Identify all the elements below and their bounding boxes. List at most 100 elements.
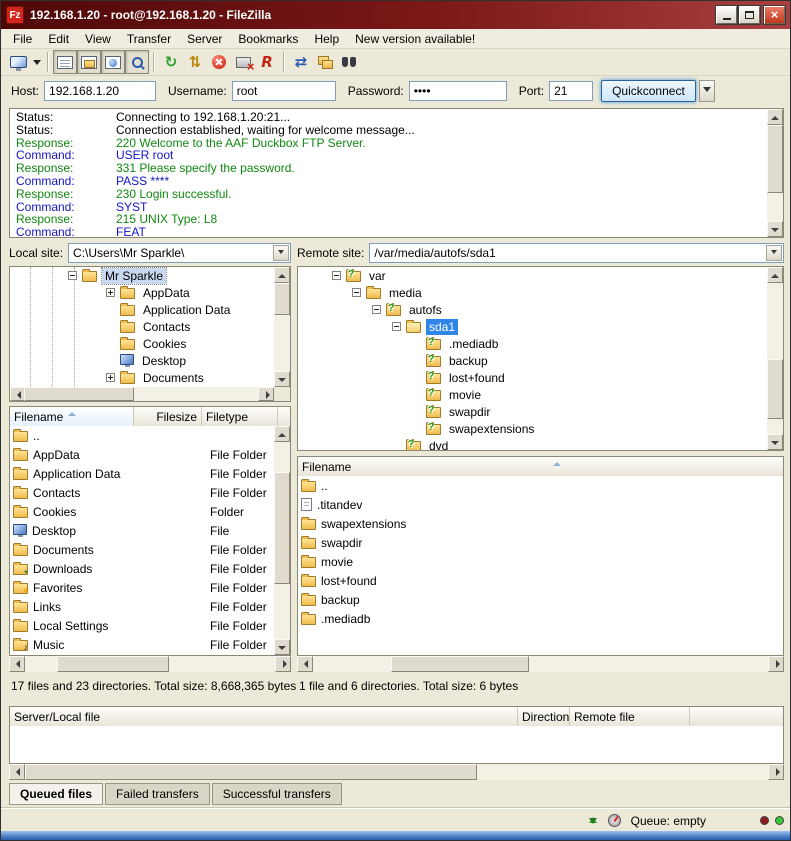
local-tree-vscrollbar[interactable] (274, 267, 290, 387)
local-site-dropdown-button[interactable] (273, 245, 289, 261)
file-row[interactable]: movie (298, 552, 783, 571)
file-row[interactable]: Local SettingsFile Folder (10, 616, 290, 635)
file-row[interactable]: LinksFile Folder (10, 597, 290, 616)
file-row[interactable]: backup (298, 590, 783, 609)
column-header-filename[interactable]: Filename (10, 407, 134, 426)
expand-icon[interactable] (106, 373, 115, 382)
tab-failed-transfers[interactable]: Failed transfers (105, 783, 210, 805)
transfer-queue-list[interactable] (9, 726, 784, 764)
scroll-down-button[interactable] (767, 434, 783, 450)
scroll-right-button[interactable] (275, 656, 291, 672)
file-row[interactable]: AppDataFile Folder (10, 445, 290, 464)
file-row-parent[interactable]: .. (10, 426, 290, 445)
scroll-right-button[interactable] (258, 387, 274, 401)
username-input[interactable] (232, 81, 336, 101)
file-row-parent[interactable]: .. (298, 476, 783, 495)
file-row[interactable]: MusicFile Folder (10, 635, 290, 654)
menu-help[interactable]: Help (306, 30, 347, 48)
scroll-thumb[interactable] (57, 656, 169, 672)
collapse-icon[interactable] (372, 305, 381, 314)
scroll-thumb[interactable] (24, 387, 134, 401)
scroll-left-button[interactable] (9, 656, 25, 672)
refresh-button[interactable] (159, 50, 183, 74)
speed-limit-icon[interactable] (608, 814, 621, 827)
local-list-hscrollbar[interactable] (9, 656, 291, 672)
file-row[interactable]: .mediadb (298, 609, 783, 628)
column-header-filetype[interactable]: Filetype (202, 407, 278, 426)
scroll-thumb[interactable] (25, 764, 477, 780)
scroll-right-button[interactable] (768, 656, 784, 672)
collapse-icon[interactable] (332, 271, 341, 280)
scroll-thumb[interactable] (767, 125, 783, 193)
collapse-icon[interactable] (68, 271, 77, 280)
queue-hscrollbar[interactable] (9, 764, 784, 780)
directory-comparison-button[interactable] (289, 50, 313, 74)
file-row[interactable]: FavoritesFile Folder (10, 578, 290, 597)
tree-item-swapdir[interactable]: swapdir (298, 403, 783, 420)
menu-bookmarks[interactable]: Bookmarks (230, 30, 306, 48)
maximize-button[interactable] (739, 6, 760, 24)
file-row[interactable]: ContactsFile Folder (10, 483, 290, 502)
scroll-right-button[interactable] (768, 764, 784, 780)
process-queue-button[interactable] (183, 50, 207, 74)
scroll-down-button[interactable] (274, 639, 290, 655)
file-row[interactable]: Application DataFile Folder (10, 464, 290, 483)
tree-item-sda1[interactable]: sda1 (298, 318, 783, 335)
file-row[interactable]: DownloadsFile Folder (10, 559, 290, 578)
file-row[interactable]: lost+found (298, 571, 783, 590)
synchronized-browsing-button[interactable] (313, 50, 337, 74)
scroll-down-button[interactable] (274, 371, 290, 387)
tree-item-var[interactable]: var (298, 267, 783, 284)
column-header-server-local-file[interactable]: Server/Local file (10, 707, 518, 726)
collapse-icon[interactable] (352, 288, 361, 297)
local-site-combo[interactable]: C:\Users\Mr Sparkle\ (68, 243, 291, 263)
title-bar[interactable]: Fz 192.168.1.20 - root@192.168.1.20 - Fi… (1, 1, 790, 29)
close-button[interactable] (764, 6, 785, 24)
log-scrollbar[interactable] (767, 109, 783, 237)
site-manager-dropdown-button[interactable] (30, 50, 43, 74)
collapse-icon[interactable] (392, 322, 401, 331)
column-header-filename[interactable]: Filename (298, 457, 784, 476)
tab-successful-transfers[interactable]: Successful transfers (212, 783, 342, 805)
tree-item-movie[interactable]: movie (298, 386, 783, 403)
port-input[interactable] (549, 81, 593, 101)
quickconnect-button[interactable]: Quickconnect (601, 80, 696, 102)
transfer-arrows-icon[interactable] (586, 813, 600, 828)
scroll-down-button[interactable] (767, 221, 783, 237)
host-input[interactable] (44, 81, 156, 101)
remote-site-dropdown-button[interactable] (766, 245, 782, 261)
file-row[interactable]: .titandev (298, 495, 783, 514)
column-header-direction[interactable]: Direction (518, 707, 570, 726)
column-header-filesize[interactable]: Filesize (134, 407, 202, 426)
scroll-up-button[interactable] (767, 109, 783, 125)
remote-tree-vscrollbar[interactable] (767, 267, 783, 450)
toggle-remote-tree-button[interactable] (101, 50, 125, 74)
tab-queued-files[interactable]: Queued files (9, 783, 103, 805)
scroll-left-button[interactable] (9, 764, 25, 780)
quickconnect-dropdown-button[interactable] (699, 80, 715, 102)
tree-item-mediadb[interactable]: .mediadb (298, 335, 783, 352)
tree-item-swapextensions[interactable]: swapextensions (298, 420, 783, 437)
scroll-up-button[interactable] (767, 267, 783, 283)
local-tree-hscrollbar[interactable] (10, 387, 274, 401)
scroll-left-button[interactable] (297, 656, 313, 672)
tree-item-media[interactable]: media (298, 284, 783, 301)
scroll-up-button[interactable] (274, 426, 290, 442)
tree-item-dvd[interactable]: dvd (298, 437, 783, 451)
menu-transfer[interactable]: Transfer (119, 30, 179, 48)
reconnect-button[interactable] (255, 50, 279, 74)
toggle-local-tree-button[interactable] (77, 50, 101, 74)
remote-site-combo[interactable]: /var/media/autofs/sda1 (369, 243, 784, 263)
scroll-up-button[interactable] (274, 267, 290, 283)
menu-view[interactable]: View (77, 30, 119, 48)
menu-server[interactable]: Server (179, 30, 230, 48)
menu-new-version[interactable]: New version available! (347, 30, 483, 48)
scroll-thumb[interactable] (274, 283, 290, 315)
expand-icon[interactable] (106, 288, 115, 297)
remote-list-hscrollbar[interactable] (297, 656, 784, 672)
local-list-vscrollbar[interactable] (274, 426, 290, 655)
minimize-button[interactable] (716, 6, 737, 24)
file-row[interactable]: swapdir (298, 533, 783, 552)
tree-item-lost-found[interactable]: lost+found (298, 369, 783, 386)
site-manager-button[interactable] (6, 50, 30, 74)
